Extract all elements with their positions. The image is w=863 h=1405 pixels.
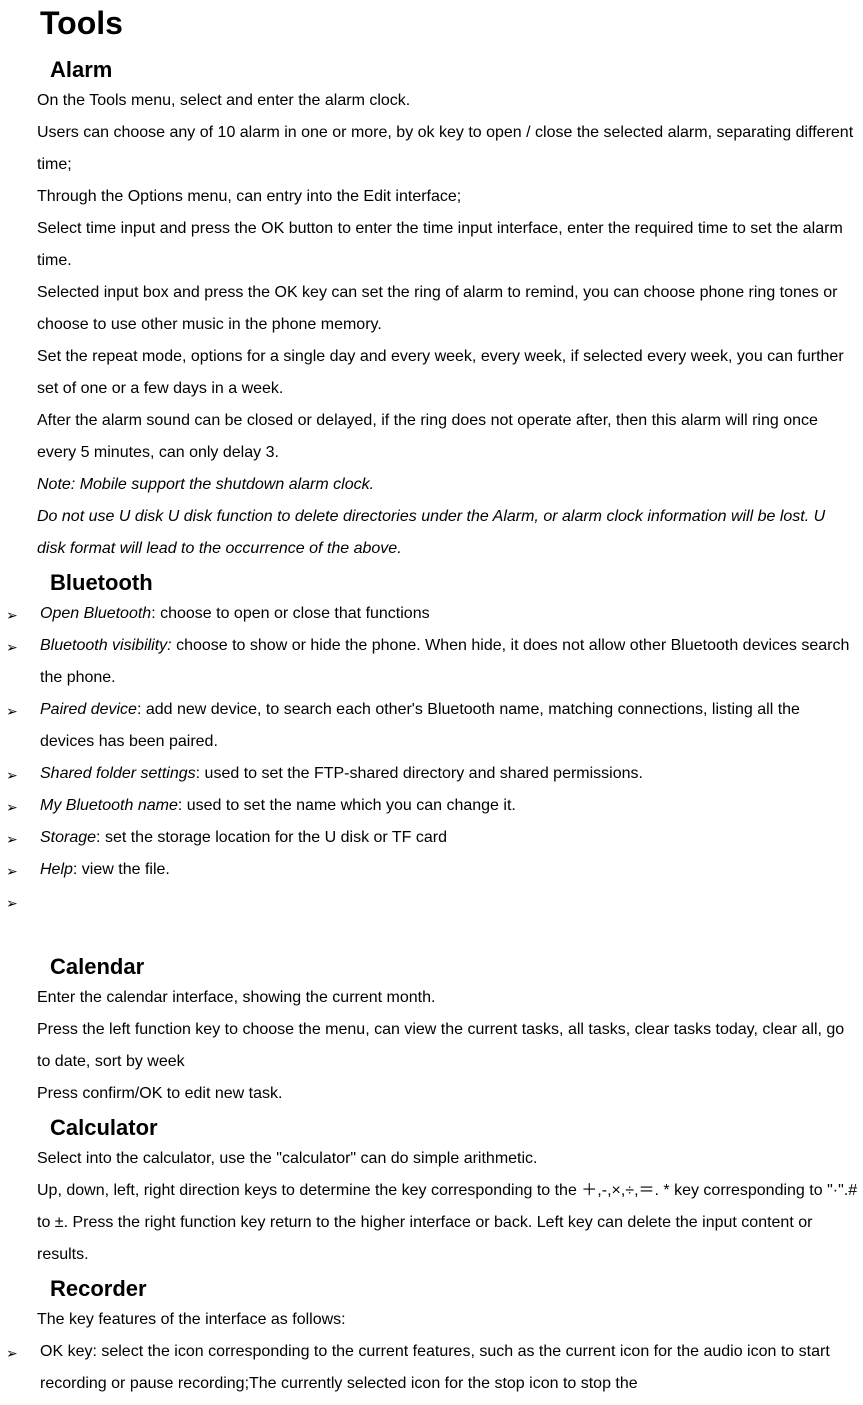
bullet-icon: ➢ xyxy=(6,694,40,725)
bullet-icon: ➢ xyxy=(6,630,40,661)
alarm-paragraph: On the Tools menu, select and enter the … xyxy=(0,85,863,117)
bluetooth-list-item: ➢ Paired device: add new device, to sear… xyxy=(0,694,863,758)
bluetooth-list-item: ➢ Help: view the file. xyxy=(0,854,863,886)
bullet-icon: ➢ xyxy=(6,598,40,629)
calendar-paragraph: Enter the calendar interface, showing th… xyxy=(0,982,863,1014)
alarm-note: Note: Mobile support the shutdown alarm … xyxy=(0,469,863,501)
calculator-paragraph: Select into the calculator, use the "cal… xyxy=(0,1143,863,1175)
bullet-icon: ➢ xyxy=(6,854,40,885)
bullet-icon: ➢ xyxy=(6,886,40,917)
bluetooth-list-item: ➢ Storage: set the storage location for … xyxy=(0,822,863,854)
bluetooth-list-item: ➢ My Bluetooth name: used to set the nam… xyxy=(0,790,863,822)
alarm-paragraph: Select time input and press the OK butto… xyxy=(0,213,863,277)
calculator-section-title: Calculator xyxy=(0,1110,863,1143)
calendar-paragraph: Press the left function key to choose th… xyxy=(0,1014,863,1078)
bluetooth-list-item: ➢ Shared folder settings: used to set th… xyxy=(0,758,863,790)
recorder-list-item: ➢ OK key: select the icon corresponding … xyxy=(0,1336,863,1400)
bullet-text: Bluetooth visibility: choose to show or … xyxy=(40,630,863,694)
bullet-text: Open Bluetooth: choose to open or close … xyxy=(40,598,435,630)
recorder-paragraph: The key features of the interface as fol… xyxy=(0,1304,863,1336)
bluetooth-list-item-empty: ➢ xyxy=(0,886,863,917)
calendar-paragraph: Press confirm/OK to edit new task. xyxy=(0,1078,863,1110)
main-title: Tools xyxy=(0,0,863,52)
bullet-icon: ➢ xyxy=(6,758,40,789)
bullet-text: Shared folder settings: used to set the … xyxy=(40,758,648,790)
bullet-text: Storage: set the storage location for th… xyxy=(40,822,452,854)
bullet-icon: ➢ xyxy=(6,790,40,821)
bluetooth-list-item: ➢ Open Bluetooth: choose to open or clos… xyxy=(0,598,863,630)
bluetooth-list-item: ➢ Bluetooth visibility: choose to show o… xyxy=(0,630,863,694)
bullet-icon: ➢ xyxy=(6,822,40,853)
bullet-text: OK key: select the icon corresponding to… xyxy=(40,1336,863,1400)
bluetooth-section-title: Bluetooth xyxy=(0,565,863,598)
bullet-text: Help: view the file. xyxy=(40,854,175,886)
alarm-paragraph: Users can choose any of 10 alarm in one … xyxy=(0,117,863,181)
alarm-paragraph: Set the repeat mode, options for a singl… xyxy=(0,341,863,405)
bullet-text: My Bluetooth name: used to set the name … xyxy=(40,790,521,822)
bullet-text: Paired device: add new device, to search… xyxy=(40,694,863,758)
bullet-icon: ➢ xyxy=(6,1336,40,1367)
calendar-section-title: Calendar xyxy=(0,949,863,982)
alarm-paragraph: After the alarm sound can be closed or d… xyxy=(0,405,863,469)
alarm-paragraph: Selected input box and press the OK key … xyxy=(0,277,863,341)
alarm-paragraph: Through the Options menu, can entry into… xyxy=(0,181,863,213)
calculator-paragraph: Up, down, left, right direction keys to … xyxy=(0,1175,863,1271)
recorder-section-title: Recorder xyxy=(0,1271,863,1304)
alarm-note: Do not use U disk U disk function to del… xyxy=(0,501,863,565)
alarm-section-title: Alarm xyxy=(0,52,863,85)
